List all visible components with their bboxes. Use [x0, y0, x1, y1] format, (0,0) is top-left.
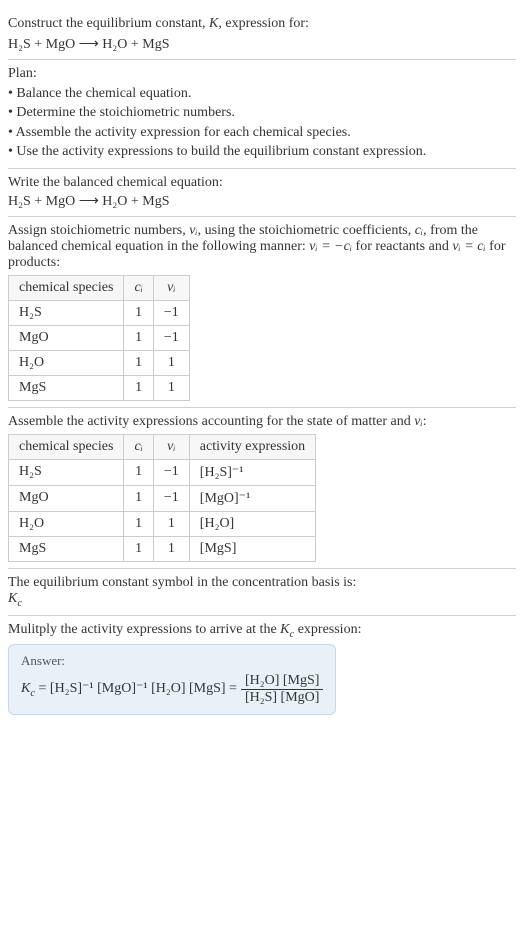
- construct-prompt: Construct the equilibrium constant, K, e…: [8, 14, 516, 34]
- symbol-section: The equilibrium constant symbol in the c…: [8, 569, 516, 616]
- cell-nu: 1: [153, 350, 189, 375]
- multiply-title-b: expression:: [294, 622, 361, 637]
- plan-item-1: • Determine the stoichiometric numbers.: [8, 103, 516, 123]
- cell-species: H₂S: [9, 459, 124, 485]
- cell-c: 1: [124, 325, 153, 350]
- th-ci: cᵢ: [124, 434, 153, 459]
- plan-title: Plan:: [8, 66, 516, 82]
- stoich-intro: Assign stoichiometric numbers, νᵢ, using…: [8, 223, 516, 271]
- prompt-text-b: , expression for:: [218, 16, 309, 31]
- cell-nu: 1: [153, 375, 189, 400]
- answer-label: Answer:: [21, 653, 323, 669]
- stoich-table: chemical species cᵢ νᵢ H₂S 1 −1 MgO 1 −1…: [8, 275, 190, 401]
- plan-item-3: • Use the activity expressions to build …: [8, 142, 516, 162]
- cell-c: 1: [124, 485, 153, 511]
- multiply-title: Mulitply the activity expressions to arr…: [8, 622, 516, 640]
- stoich-c-i-1: cᵢ: [415, 223, 423, 238]
- k-symbol: K: [209, 16, 218, 31]
- cell-nu: 1: [153, 511, 189, 536]
- cell-species: H₂O: [9, 350, 124, 375]
- cell-species: MgS: [9, 536, 124, 561]
- multiply-title-a: Mulitply the activity expressions to arr…: [8, 622, 280, 637]
- header-equation: H₂S + MgO ⟶ H₂O + MgS: [8, 36, 516, 53]
- answer-lhs: Kc = [H₂S]⁻¹ [MgO]⁻¹ [H₂O] [MgS] =: [21, 680, 237, 699]
- activity-title-b: :: [423, 414, 427, 429]
- balanced-title: Write the balanced chemical equation:: [8, 175, 516, 191]
- th-nui: νᵢ: [153, 434, 189, 459]
- cell-expr: [H₂O]: [189, 511, 315, 536]
- th-nui: νᵢ: [153, 275, 189, 300]
- stoich-intro-d: for reactants and: [352, 239, 452, 254]
- cell-c: 1: [124, 300, 153, 325]
- cell-species: MgO: [9, 325, 124, 350]
- cell-species: H₂S: [9, 300, 124, 325]
- multiply-kc: K: [280, 622, 289, 637]
- cell-nu: −1: [153, 459, 189, 485]
- cell-expr: [MgO]⁻¹: [189, 485, 315, 511]
- cell-species: H₂O: [9, 511, 124, 536]
- stoich-section: Assign stoichiometric numbers, νᵢ, using…: [8, 217, 516, 408]
- table-row: MgO 1 −1 [MgO]⁻¹: [9, 485, 316, 511]
- cell-nu: −1: [153, 325, 189, 350]
- table-row: H₂S 1 −1: [9, 300, 190, 325]
- prompt-text-a: Construct the equilibrium constant,: [8, 16, 209, 31]
- cell-expr: [H₂S]⁻¹: [189, 459, 315, 485]
- stoich-rel2: νᵢ = cᵢ: [452, 239, 485, 254]
- table-row: H₂O 1 1 [H₂O]: [9, 511, 316, 536]
- th-ci: cᵢ: [124, 275, 153, 300]
- cell-nu: 1: [153, 536, 189, 561]
- table-header-row: chemical species cᵢ νᵢ: [9, 275, 190, 300]
- stoich-nu-i-1: νᵢ: [189, 223, 197, 238]
- th-species: chemical species: [9, 434, 124, 459]
- table-row: MgO 1 −1: [9, 325, 190, 350]
- answer-den: [H₂S] [MgO]: [241, 690, 323, 706]
- cell-c: 1: [124, 511, 153, 536]
- answer-fraction: [H₂O] [MgS] [H₂S] [MgO]: [241, 673, 323, 706]
- stoich-intro-b: , using the stoichiometric coefficients,: [198, 223, 415, 238]
- cell-nu: −1: [153, 300, 189, 325]
- multiply-section: Mulitply the activity expressions to arr…: [8, 616, 516, 721]
- activity-nu-i: νᵢ: [414, 414, 422, 429]
- activity-title: Assemble the activity expressions accoun…: [8, 414, 516, 430]
- activity-title-a: Assemble the activity expressions accoun…: [8, 414, 414, 429]
- table-row: H₂S 1 −1 [H₂S]⁻¹: [9, 459, 316, 485]
- cell-nu: −1: [153, 485, 189, 511]
- symbol-title: The equilibrium constant symbol in the c…: [8, 575, 516, 591]
- table-header-row: chemical species cᵢ νᵢ activity expressi…: [9, 434, 316, 459]
- cell-c: 1: [124, 375, 153, 400]
- header-section: Construct the equilibrium constant, K, e…: [8, 8, 516, 60]
- th-expr: activity expression: [189, 434, 315, 459]
- answer-num: [H₂O] [MgS]: [241, 673, 323, 690]
- plan-section: Plan: • Balance the chemical equation. •…: [8, 60, 516, 169]
- activity-section: Assemble the activity expressions accoun…: [8, 408, 516, 569]
- balanced-equation: H₂S + MgO ⟶ H₂O + MgS: [8, 193, 516, 210]
- stoich-rel1: νᵢ = −cᵢ: [309, 239, 352, 254]
- cell-c: 1: [124, 536, 153, 561]
- cell-species: MgO: [9, 485, 124, 511]
- answer-box: Answer: Kc = [H₂S]⁻¹ [MgO]⁻¹ [H₂O] [MgS]…: [8, 644, 336, 715]
- table-row: MgS 1 1 [MgS]: [9, 536, 316, 561]
- table-row: H₂O 1 1: [9, 350, 190, 375]
- table-row: MgS 1 1: [9, 375, 190, 400]
- symbol-value: Kc: [8, 591, 516, 609]
- stoich-intro-a: Assign stoichiometric numbers,: [8, 223, 189, 238]
- activity-table: chemical species cᵢ νᵢ activity expressi…: [8, 434, 316, 562]
- plan-item-0: • Balance the chemical equation.: [8, 84, 516, 104]
- answer-expression: Kc = [H₂S]⁻¹ [MgO]⁻¹ [H₂O] [MgS] = [H₂O]…: [21, 673, 323, 706]
- cell-expr: [MgS]: [189, 536, 315, 561]
- plan-item-2: • Assemble the activity expression for e…: [8, 123, 516, 143]
- cell-c: 1: [124, 350, 153, 375]
- balanced-section: Write the balanced chemical equation: H₂…: [8, 169, 516, 217]
- th-species: chemical species: [9, 275, 124, 300]
- cell-species: MgS: [9, 375, 124, 400]
- cell-c: 1: [124, 459, 153, 485]
